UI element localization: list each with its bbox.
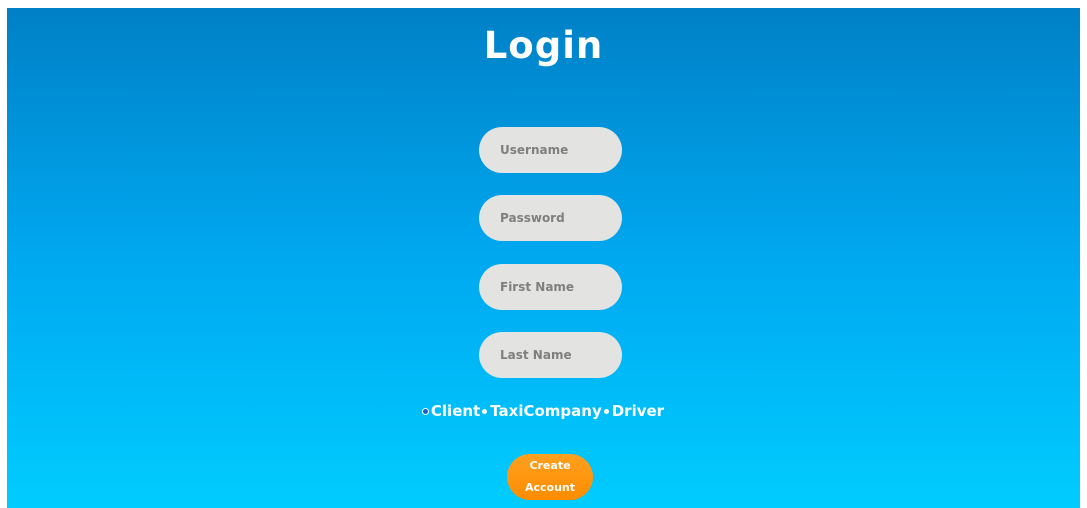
role-radio-group: Client TaxiCompany Driver [7, 402, 1080, 420]
radio-taxicompany[interactable] [482, 408, 488, 414]
first-name-input[interactable] [479, 264, 622, 310]
role-label-taxicompany: TaxiCompany [490, 402, 602, 420]
page-title: Login [483, 24, 604, 67]
password-input[interactable] [479, 195, 622, 241]
role-option-client[interactable]: Client [422, 402, 481, 420]
last-name-input[interactable] [479, 332, 622, 378]
role-label-client: Client [430, 402, 481, 420]
role-option-taxicompany[interactable]: TaxiCompany [482, 402, 602, 420]
username-input[interactable] [479, 127, 622, 173]
role-option-driver[interactable]: Driver [603, 402, 665, 420]
login-page: Login Client TaxiCompany Driver Create A… [7, 8, 1080, 508]
create-account-button[interactable]: Create Account [507, 454, 593, 500]
radio-client[interactable] [422, 408, 428, 414]
radio-driver[interactable] [603, 408, 609, 414]
role-label-driver: Driver [611, 402, 665, 420]
